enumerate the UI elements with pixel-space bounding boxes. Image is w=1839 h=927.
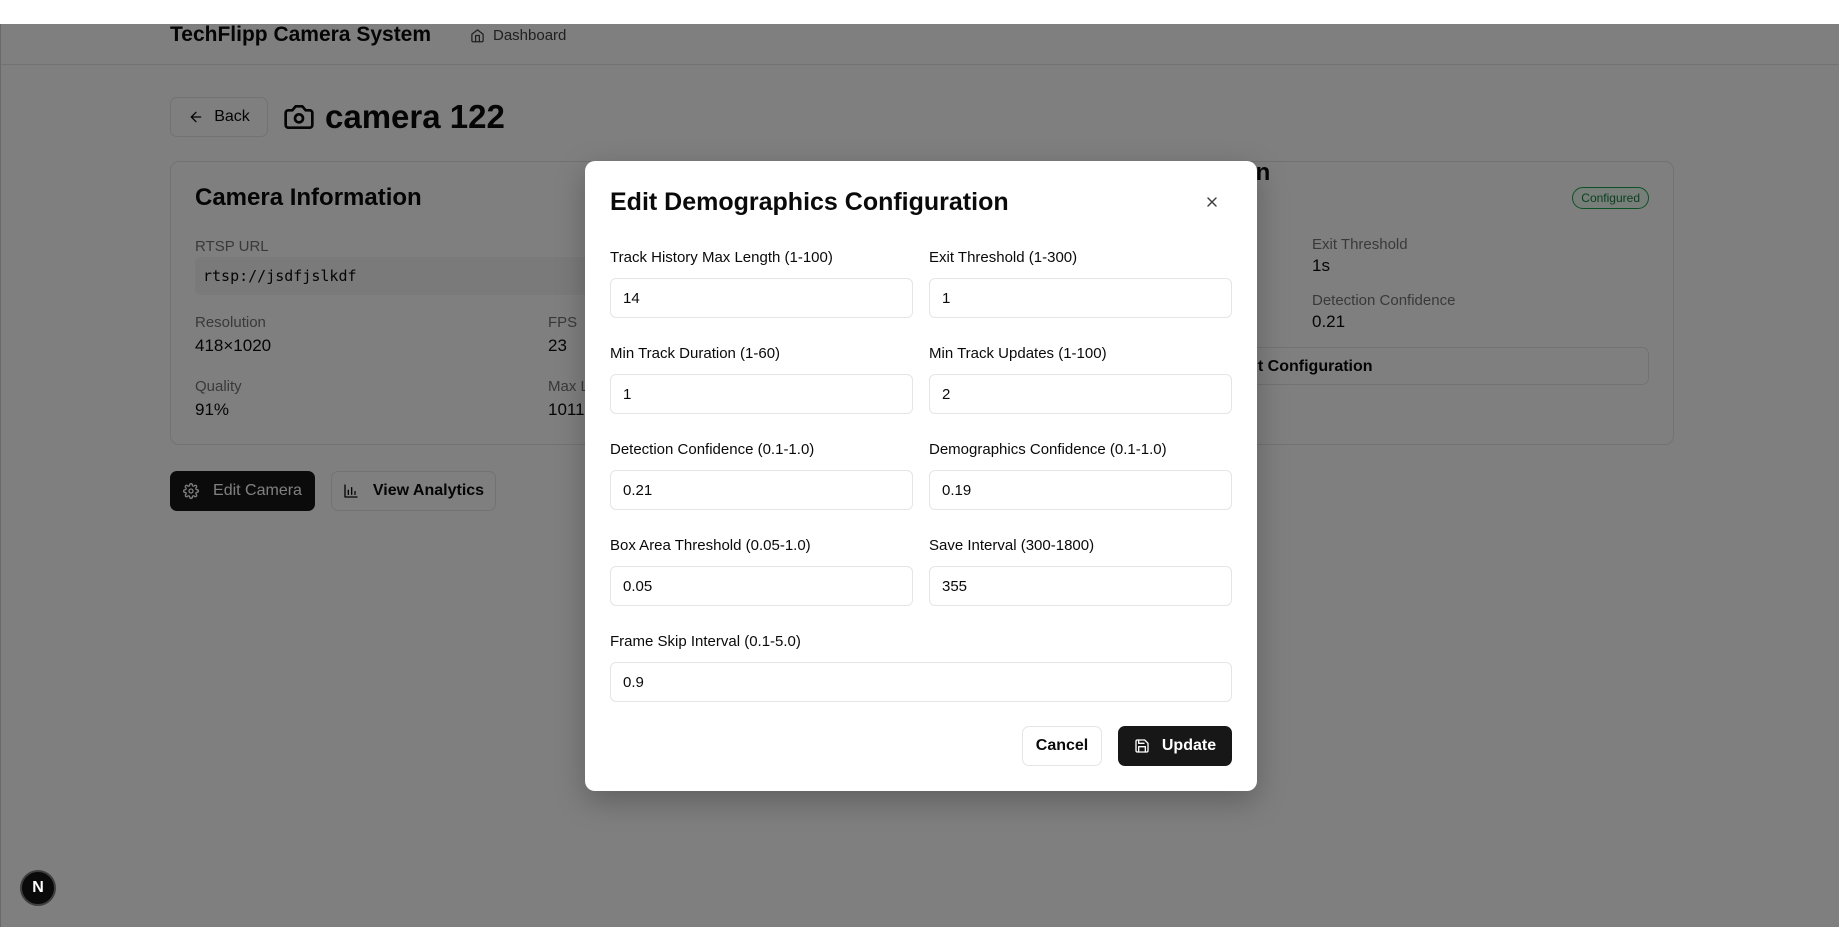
box-area-threshold-input[interactable] bbox=[610, 566, 913, 606]
exit-threshold-field-label: Exit Threshold (1-300) bbox=[929, 249, 1078, 266]
track-history-label: Track History Max Length (1-100) bbox=[610, 249, 833, 266]
min-track-updates-input[interactable] bbox=[929, 374, 1232, 414]
update-button[interactable]: Update bbox=[1118, 726, 1232, 766]
dev-tools-badge[interactable]: N bbox=[20, 870, 56, 906]
close-icon bbox=[1207, 197, 1217, 207]
demographics-confidence-input[interactable] bbox=[929, 470, 1232, 510]
demographics-confidence-label: Demographics Confidence (0.1-1.0) bbox=[929, 441, 1167, 458]
save-interval-input[interactable] bbox=[929, 566, 1232, 606]
modal-title: Edit Demographics Configuration bbox=[610, 188, 1009, 216]
frame-skip-interval-label: Frame Skip Interval (0.1-5.0) bbox=[610, 633, 801, 650]
box-area-threshold-label: Box Area Threshold (0.05-1.0) bbox=[610, 537, 811, 554]
track-history-input[interactable] bbox=[610, 278, 913, 318]
top-strip bbox=[0, 0, 1839, 24]
min-track-duration-input[interactable] bbox=[610, 374, 913, 414]
save-interval-label: Save Interval (300-1800) bbox=[929, 537, 1095, 554]
edit-demographics-modal: Edit Demographics Configuration Track Hi… bbox=[585, 161, 1257, 791]
min-track-updates-label: Min Track Updates (1-100) bbox=[929, 345, 1107, 362]
close-button[interactable] bbox=[1202, 192, 1222, 212]
frame-skip-interval-input[interactable] bbox=[610, 662, 1232, 702]
cancel-button[interactable]: Cancel bbox=[1022, 726, 1102, 766]
update-label: Update bbox=[1161, 737, 1217, 754]
detection-confidence-input[interactable] bbox=[610, 470, 913, 510]
save-icon bbox=[1135, 739, 1149, 753]
exit-threshold-input[interactable] bbox=[929, 278, 1232, 318]
min-track-duration-label: Min Track Duration (1-60) bbox=[610, 345, 781, 362]
detection-confidence-field-label: Detection Confidence (0.1-1.0) bbox=[610, 441, 815, 458]
